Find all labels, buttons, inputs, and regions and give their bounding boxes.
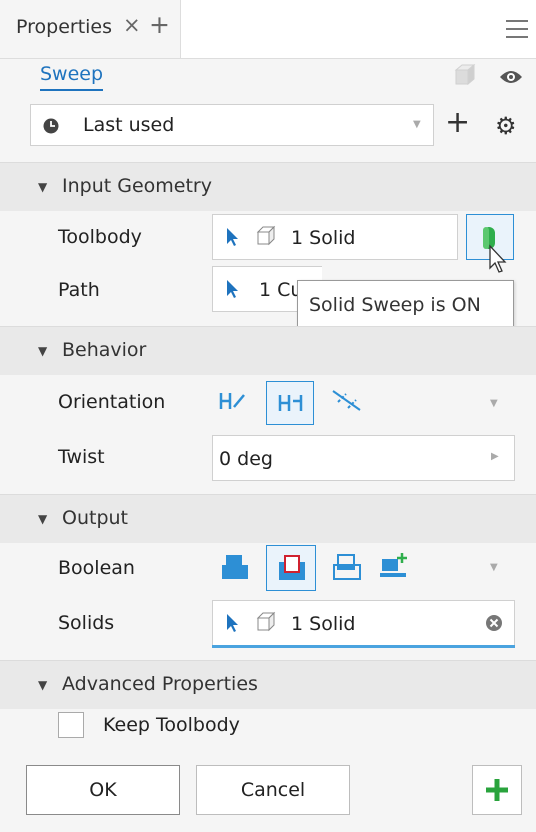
section-behavior[interactable]: ▼ Behavior [0, 326, 536, 375]
orientation-fixed-button[interactable] [266, 381, 314, 425]
cut-button[interactable] [266, 545, 316, 591]
preset-value: Last used [83, 114, 175, 136]
cursor-icon [227, 280, 238, 298]
path-value: 1 Cu [259, 279, 303, 301]
clear-icon[interactable] [485, 614, 503, 632]
toolbody-value: 1 Solid [291, 227, 356, 249]
chevron-down-icon[interactable]: ▼ [490, 398, 498, 409]
section-title: Behavior [62, 339, 147, 361]
plus-icon [486, 779, 508, 801]
twist-input[interactable]: 0 deg ▶ [212, 435, 515, 481]
toolbody-label: Toolbody [58, 226, 142, 248]
tab-properties[interactable]: Properties × + [0, 0, 181, 58]
preset-dropdown[interactable]: Last used ▼ [30, 104, 434, 146]
solids-value: 1 Solid [291, 613, 356, 635]
active-selection-indicator [212, 645, 515, 648]
clock-icon [43, 117, 59, 139]
twist-value: 0 deg [219, 448, 273, 470]
chevron-right-icon[interactable]: ▶ [491, 451, 499, 462]
collapse-arrow-icon: ▼ [38, 678, 48, 692]
chevron-down-icon: ▼ [413, 119, 421, 130]
boolean-label: Boolean [58, 557, 135, 579]
keep-toolbody-label: Keep Toolbody [103, 714, 240, 736]
orientation-fixed-icon [278, 395, 303, 411]
collapse-arrow-icon: ▼ [38, 180, 48, 194]
keep-toolbody-checkbox[interactable] [58, 712, 84, 738]
feature-name-tab[interactable]: Sweep [40, 63, 104, 91]
cube-icon[interactable] [452, 62, 478, 88]
collapse-arrow-icon: ▼ [38, 344, 48, 358]
apply-button[interactable] [472, 765, 522, 815]
section-title: Advanced Properties [62, 673, 258, 695]
orientation-path-icon[interactable] [218, 389, 246, 413]
tab-properties-label: Properties [16, 16, 113, 38]
tooltip: Solid Sweep is ON [297, 280, 514, 328]
cut-icon [279, 555, 305, 580]
section-title: Output [62, 507, 128, 529]
solids-selector[interactable]: 1 Solid [212, 600, 515, 646]
mouse-pointer-icon [489, 244, 507, 273]
cancel-button[interactable]: Cancel [196, 765, 350, 815]
cube-icon [256, 611, 276, 632]
orientation-guide-icon[interactable] [330, 388, 364, 414]
solids-label: Solids [58, 612, 115, 634]
section-input-geometry[interactable]: ▼ Input Geometry [0, 162, 536, 211]
eye-icon[interactable] [499, 68, 523, 90]
section-advanced-properties[interactable]: ▼ Advanced Properties [0, 660, 536, 709]
join-icon[interactable] [220, 553, 250, 581]
tab-bar: Properties × + [0, 0, 536, 59]
gear-icon[interactable]: ⚙ [495, 112, 517, 140]
collapse-arrow-icon: ▼ [38, 512, 48, 526]
add-tab-icon[interactable]: + [149, 10, 170, 39]
toolbody-selector[interactable]: 1 Solid [212, 214, 458, 260]
orientation-label: Orientation [58, 391, 166, 413]
cursor-icon [227, 614, 238, 632]
intersect-icon[interactable] [332, 553, 362, 581]
add-preset-button[interactable]: + [445, 108, 470, 138]
cursor-icon [227, 228, 238, 246]
menu-icon[interactable] [506, 20, 528, 38]
section-output[interactable]: ▼ Output [0, 494, 536, 543]
path-label: Path [58, 279, 100, 301]
cube-icon [256, 225, 276, 246]
ok-button[interactable]: OK [26, 765, 180, 815]
close-icon[interactable]: × [123, 13, 141, 37]
twist-label: Twist [58, 446, 105, 468]
chevron-down-icon[interactable]: ▼ [490, 562, 498, 573]
new-solid-icon[interactable] [378, 551, 412, 581]
section-title: Input Geometry [62, 175, 212, 197]
